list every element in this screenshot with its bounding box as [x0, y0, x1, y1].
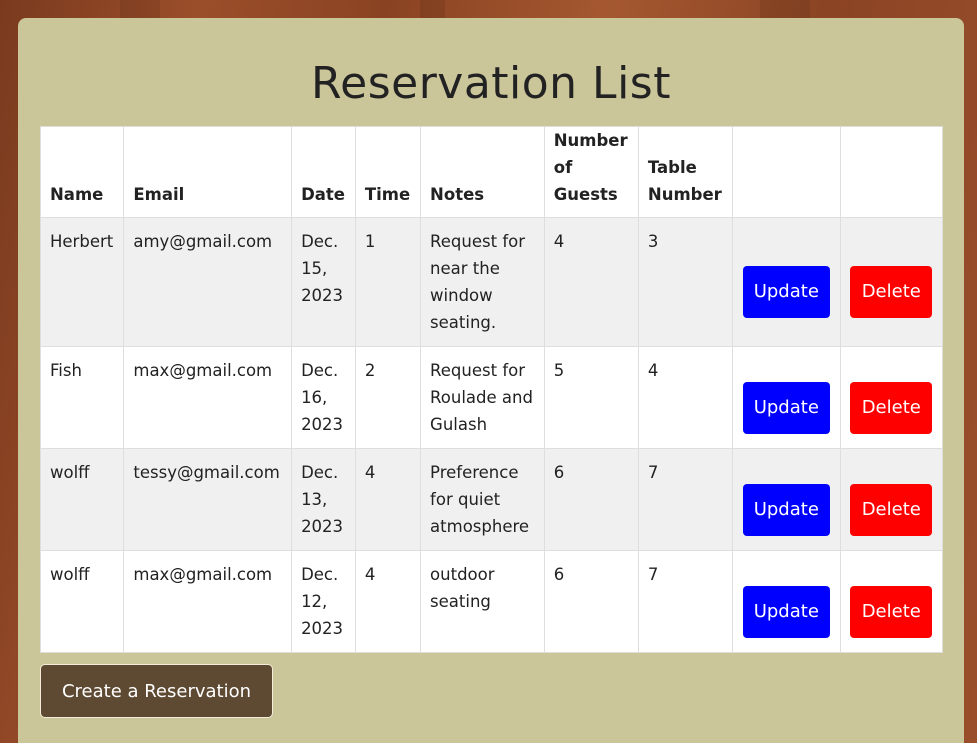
- table-row: Herbert amy@gmail.com Dec. 15, 2023 1 Re…: [39, 217, 944, 347]
- cell-notes: Request for near the window seating.: [420, 217, 545, 347]
- cell-time: 4: [354, 448, 422, 551]
- cell-time: 1: [354, 217, 422, 347]
- cell-name: Fish: [39, 346, 125, 449]
- cell-notes: Preference for quiet atmosphere: [420, 448, 545, 551]
- column-header-guests: Number of Guests: [543, 126, 639, 218]
- cell-delete: Delete: [839, 346, 944, 449]
- delete-button[interactable]: Delete: [850, 483, 933, 536]
- cell-table-number: 4: [637, 346, 734, 449]
- cell-notes: Request for Roulade and Gulash: [420, 346, 545, 449]
- cell-date: Dec. 15, 2023: [291, 217, 356, 347]
- delete-button[interactable]: Delete: [850, 585, 933, 638]
- cell-time: 4: [354, 550, 422, 653]
- cell-table-number: 7: [637, 448, 734, 551]
- cell-time: 2: [354, 346, 422, 449]
- table-header-row: Name Email Date Time Notes Number of Gue…: [39, 126, 944, 218]
- column-header-delete: [839, 126, 944, 218]
- cell-email: max@gmail.com: [123, 550, 293, 653]
- cell-delete: Delete: [839, 217, 944, 347]
- table-row: wolff max@gmail.com Dec. 12, 2023 4 outd…: [39, 550, 944, 653]
- column-header-email: Email: [123, 126, 293, 218]
- cell-date: Dec. 16, 2023: [291, 346, 356, 449]
- cell-guests: 6: [543, 448, 639, 551]
- cell-notes: outdoor seating: [420, 550, 545, 653]
- cell-guests: 4: [543, 217, 639, 347]
- cell-delete: Delete: [839, 448, 944, 551]
- cell-email: tessy@gmail.com: [123, 448, 293, 551]
- cell-delete: Delete: [839, 550, 944, 653]
- cell-name: wolff: [39, 448, 125, 551]
- cell-update: Update: [732, 346, 841, 449]
- update-button[interactable]: Update: [742, 585, 830, 638]
- cell-table-number: 7: [637, 550, 734, 653]
- column-header-name: Name: [39, 126, 125, 218]
- create-reservation-button[interactable]: Create a Reservation: [40, 664, 273, 718]
- update-button[interactable]: Update: [742, 266, 830, 318]
- table-row: Fish max@gmail.com Dec. 16, 2023 2 Reque…: [39, 346, 944, 449]
- cell-name: Herbert: [39, 217, 125, 347]
- reservation-panel: Reservation List Name Email Date Time No…: [18, 18, 964, 743]
- cell-date: Dec. 13, 2023: [291, 448, 356, 551]
- column-header-date: Date: [291, 126, 356, 218]
- cell-name: wolff: [39, 550, 125, 653]
- cell-update: Update: [732, 550, 841, 653]
- update-button[interactable]: Update: [742, 483, 830, 536]
- cell-table-number: 3: [637, 217, 734, 347]
- cell-email: max@gmail.com: [123, 346, 293, 449]
- page-title: Reservation List: [311, 58, 671, 109]
- cell-email: amy@gmail.com: [123, 217, 293, 347]
- delete-button[interactable]: Delete: [850, 381, 933, 434]
- column-header-time: Time: [354, 126, 422, 218]
- column-header-notes: Notes: [420, 126, 545, 218]
- cell-update: Update: [732, 217, 841, 347]
- reservation-table: Name Email Date Time Notes Number of Gue…: [39, 126, 944, 653]
- column-header-update: [732, 126, 841, 218]
- cell-date: Dec. 12, 2023: [291, 550, 356, 653]
- delete-button[interactable]: Delete: [850, 266, 933, 318]
- column-header-table-number: Table Number: [637, 126, 734, 218]
- update-button[interactable]: Update: [742, 381, 830, 434]
- cell-guests: 6: [543, 550, 639, 653]
- cell-guests: 5: [543, 346, 639, 449]
- table-row: wolff tessy@gmail.com Dec. 13, 2023 4 Pr…: [39, 448, 944, 551]
- cell-update: Update: [732, 448, 841, 551]
